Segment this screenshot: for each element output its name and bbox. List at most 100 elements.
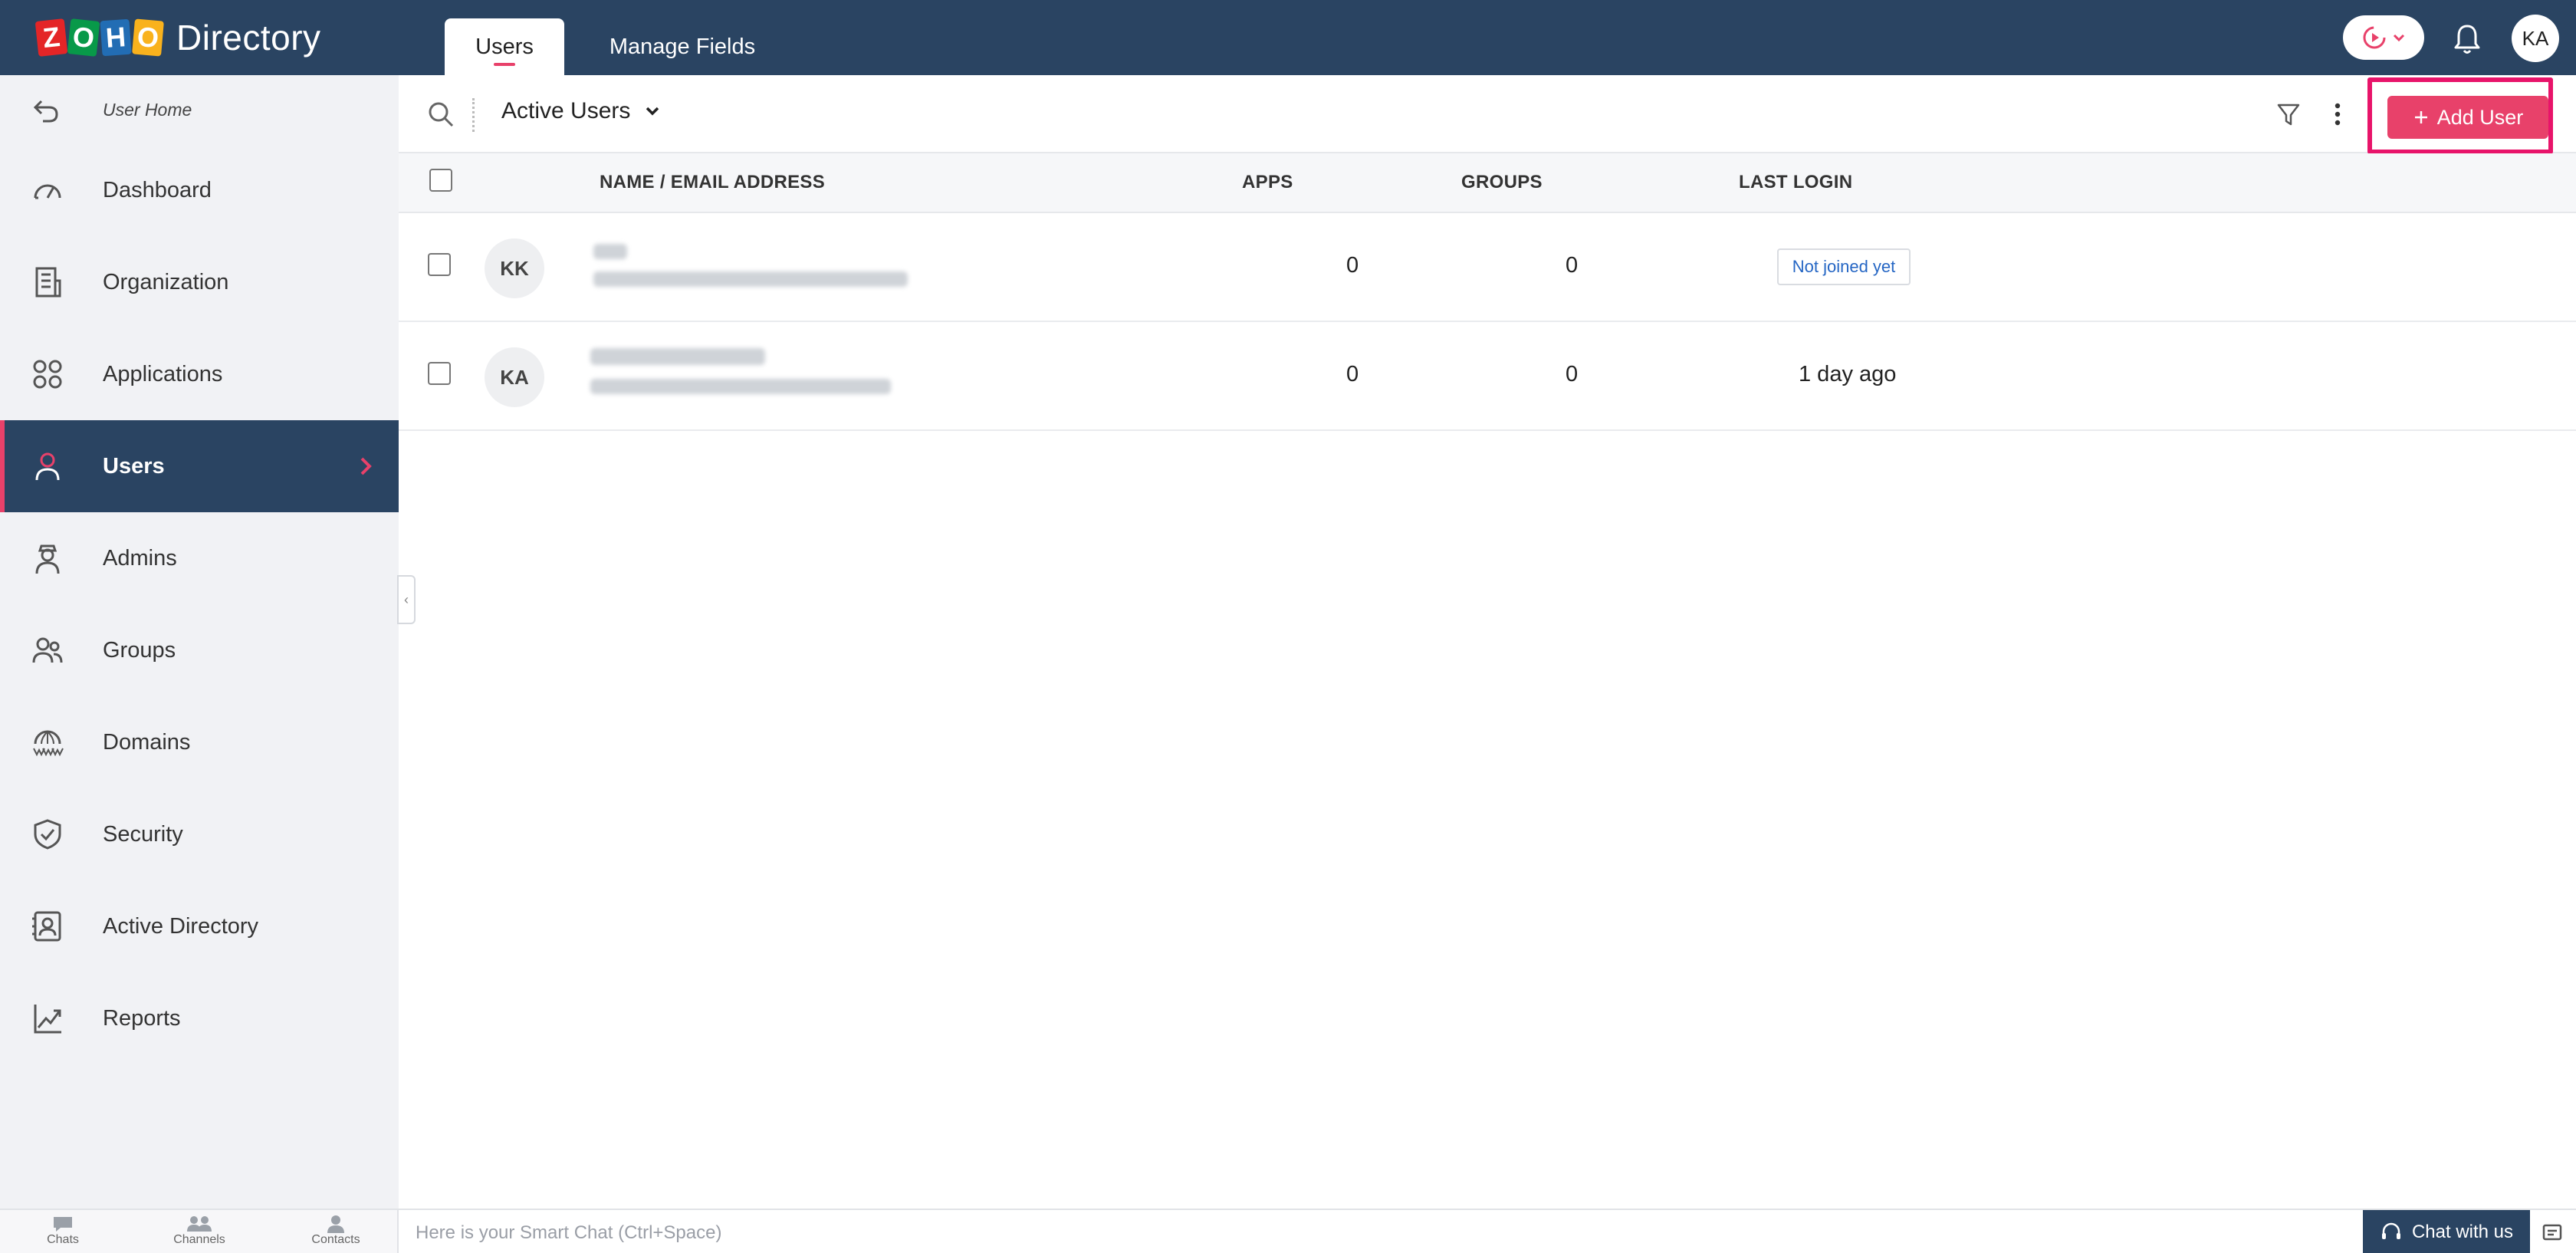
user-home-link[interactable]: User Home [0,75,399,144]
view-selector-label: Active Users [501,98,631,123]
bottom-tab-contacts[interactable]: Contacts [282,1215,389,1247]
smart-chat-input[interactable]: Here is your Smart Chat (Ctrl+Space) [416,1222,721,1244]
list-toolbar: Active Users Add User [399,75,2576,154]
chevron-down-icon [2393,34,2405,42]
sidebar-item-label: Admins [103,545,177,571]
notification-bell-icon[interactable] [2449,21,2486,58]
collapse-sidebar-handle[interactable]: ‹ [397,575,416,624]
column-header-last-login[interactable]: LAST LOGIN [1739,172,1852,193]
sidebar-item-label: Active Directory [103,913,259,939]
user-home-label: User Home [103,99,192,120]
add-user-highlight: Add User [2367,77,2553,154]
channels-icon [187,1216,212,1232]
search-icon[interactable] [426,100,455,129]
select-all-checkbox[interactable] [429,169,452,192]
active-tab-indicator [494,63,515,66]
sidebar-item-groups[interactable]: Groups [0,604,399,696]
chat-with-us-button[interactable]: Chat with us [2363,1210,2530,1253]
chat-bubble-icon [54,1217,72,1232]
row-checkbox[interactable] [428,253,451,276]
plus-icon [2414,111,2427,123]
sidebar-item-security[interactable]: Security [0,788,399,880]
sidebar-item-users[interactable]: Users [0,420,399,512]
table-row[interactable]: KK 0 0 Not joined yet [399,213,2576,322]
more-options-icon[interactable] [2332,101,2343,127]
apps-count: 0 [1346,362,1359,386]
filter-icon[interactable] [2275,101,2302,127]
table-header: NAME / EMAIL ADDRESS APPS GROUPS LAST LO… [399,153,2576,213]
sidebar: User Home Dashboard Organization Applica… [0,75,399,1209]
zoho-directory-logo[interactable]: Z O H O Directory [34,15,321,60]
users-icon [35,452,60,481]
last-login-text: 1 day ago [1799,362,1897,386]
apps-count: 0 [1346,253,1359,278]
row-checkbox[interactable] [428,362,451,385]
sidebar-item-applications[interactable]: Applications [0,328,399,420]
chat-with-us-label: Chat with us [2411,1222,2514,1242]
redacted-name [590,348,765,365]
meeting-icon [2363,26,2386,49]
contact-icon [327,1215,344,1233]
sidebar-item-label: Groups [103,637,176,663]
avatar: KA [485,347,544,407]
tab-manage-fields[interactable]: Manage Fields [590,18,774,75]
groups-count: 0 [1566,253,1579,278]
applications-icon [33,360,62,389]
bottom-tab-chats[interactable]: Chats [9,1215,117,1247]
sidebar-item-active-directory[interactable]: Active Directory [0,880,399,972]
status-badge: Not joined yet [1777,248,1911,285]
tab-users-label: Users [475,34,534,59]
redacted-email [590,379,891,394]
reports-icon [34,1005,61,1034]
sidebar-item-label: Organization [103,269,229,294]
bottom-tab-label: Channels [173,1233,225,1246]
logo-letter: Z [34,18,68,57]
sidebar-item-label: Security [103,821,183,847]
table-row[interactable]: KA 0 0 1 day ago [399,322,2576,431]
bottom-chat-bar: Chats Channels Contacts Here is your Sma… [0,1209,2576,1253]
tab-users[interactable]: Users [445,18,564,75]
organization-icon [35,267,61,298]
sidebar-item-label: Domains [103,729,191,755]
bottom-tab-label: Chats [47,1233,79,1246]
meeting-dropdown-button[interactable] [2343,15,2424,60]
logo-letter: O [132,18,164,57]
dashboard-icon [34,184,61,199]
column-header-apps[interactable]: APPS [1242,172,1293,193]
logo-letter: H [100,18,132,57]
shield-icon [34,819,61,850]
sidebar-item-label: Users [103,453,165,479]
top-bar: Z O H O Directory Users Manage Fields KA [0,0,2576,75]
chevron-left-icon: ‹ [404,591,409,607]
app-title: Directory [176,18,321,58]
groups-count: 0 [1566,362,1579,386]
sidebar-item-organization[interactable]: Organization [0,236,399,328]
chevron-right-icon [360,457,372,475]
add-user-button[interactable]: Add User [2387,96,2548,139]
logo-letter: O [67,18,100,57]
sidebar-item-reports[interactable]: Reports [0,972,399,1064]
user-avatar[interactable]: KA [2512,15,2559,62]
redacted-name [593,244,627,259]
support-ticket-icon[interactable] [2541,1221,2564,1244]
back-arrow-icon [33,100,58,123]
view-selector-dropdown[interactable]: Active Users [501,98,661,124]
sidebar-item-admins[interactable]: Admins [0,512,399,604]
column-header-groups[interactable]: GROUPS [1461,172,1543,193]
divider [472,98,475,132]
sidebar-item-label: Applications [103,361,223,386]
admins-icon [35,544,60,574]
groups-icon [32,637,63,663]
bottom-tab-channels[interactable]: Channels [146,1215,253,1247]
redacted-email [593,271,908,287]
sidebar-item-dashboard[interactable]: Dashboard [0,144,399,236]
sidebar-item-domains[interactable]: Domains [0,696,399,788]
chevron-down-icon [646,107,659,116]
sidebar-item-label: Reports [103,1005,181,1031]
active-directory-icon [32,911,61,942]
add-user-label: Add User [2436,105,2524,129]
chat-tabs: Chats Channels Contacts [0,1210,399,1253]
domains-icon [33,730,64,757]
active-indicator-bar [0,420,5,512]
column-header-name[interactable]: NAME / EMAIL ADDRESS [600,172,825,193]
